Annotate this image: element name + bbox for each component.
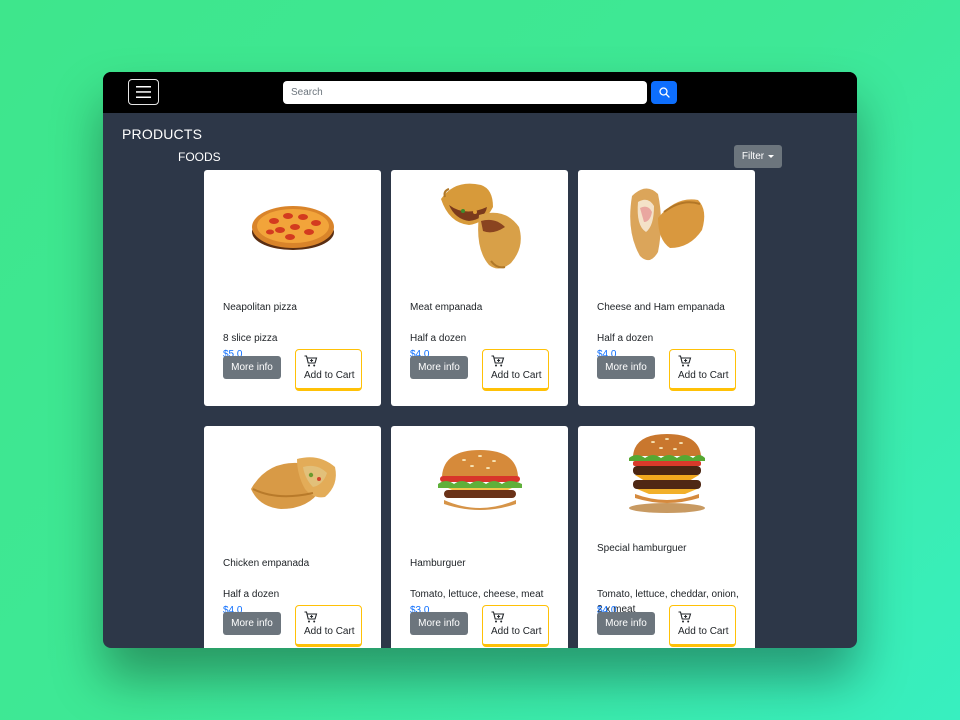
- add-to-cart-label: Add to Cart: [304, 370, 355, 381]
- caret-down-icon: [768, 155, 775, 158]
- product-description: 8 slice pizza: [223, 333, 278, 344]
- cart-plus-icon: [678, 611, 692, 623]
- double-burger-icon: [628, 434, 705, 513]
- product-description: Half a dozen: [410, 333, 467, 344]
- product-image: [391, 170, 568, 280]
- more-info-button[interactable]: More info: [410, 612, 468, 635]
- filter-dropdown-button[interactable]: Filter: [734, 145, 782, 168]
- more-info-button[interactable]: More info: [597, 356, 655, 379]
- add-to-cart-button[interactable]: Add to Cart: [669, 349, 736, 391]
- pizza-icon: [251, 206, 334, 250]
- burger-icon: [437, 450, 522, 510]
- product-name: Cheese and Ham empanada: [597, 302, 725, 313]
- add-to-cart-label: Add to Cart: [304, 626, 355, 637]
- product-card: Meat empanada Half a dozen $4.0 More inf…: [391, 170, 568, 406]
- card-body: Hamburguer Tomato, lettuce, cheese, meat…: [410, 536, 556, 648]
- cart-plus-icon: [678, 355, 692, 367]
- search-input[interactable]: [283, 81, 647, 104]
- product-card: Chicken empanada Half a dozen $4.0 More …: [204, 426, 381, 648]
- card-body: Chicken empanada Half a dozen $4.0 More …: [223, 536, 369, 648]
- cart-plus-icon: [491, 611, 505, 623]
- cart-plus-icon: [491, 355, 505, 367]
- product-grid: Neapolitan pizza 8 slice pizza $5.0 More…: [204, 170, 755, 648]
- card-body: Neapolitan pizza 8 slice pizza $5.0 More…: [223, 280, 369, 406]
- hamburger-icon: [136, 86, 151, 98]
- empanada-icon: [440, 183, 521, 269]
- product-image: [391, 426, 568, 536]
- add-to-cart-button[interactable]: Add to Cart: [295, 349, 362, 391]
- cart-plus-icon: [304, 611, 318, 623]
- product-image: [578, 170, 755, 280]
- card-body: Special hamburguer Tomato, lettuce, ched…: [597, 536, 743, 648]
- more-info-button[interactable]: More info: [223, 356, 281, 379]
- product-name: Chicken empanada: [223, 558, 310, 569]
- more-info-button[interactable]: More info: [223, 612, 281, 635]
- product-name: Meat empanada: [410, 302, 483, 313]
- section-title: FOODS: [178, 150, 221, 164]
- product-image: [578, 426, 755, 522]
- product-card: Hamburguer Tomato, lettuce, cheese, meat…: [391, 426, 568, 648]
- cart-plus-icon: [304, 355, 318, 367]
- add-to-cart-button[interactable]: Add to Cart: [482, 349, 549, 391]
- product-name: Hamburguer: [410, 558, 466, 569]
- product-card: Cheese and Ham empanada Half a dozen $4.…: [578, 170, 755, 406]
- product-image: [204, 426, 381, 536]
- top-navbar: [103, 72, 857, 113]
- product-card: Neapolitan pizza 8 slice pizza $5.0 More…: [204, 170, 381, 406]
- card-body: Meat empanada Half a dozen $4.0 More inf…: [410, 280, 556, 406]
- empanada-icon: [250, 457, 336, 509]
- more-info-button[interactable]: More info: [597, 612, 655, 635]
- add-to-cart-label: Add to Cart: [491, 370, 542, 381]
- search-button[interactable]: [651, 81, 677, 104]
- more-info-button[interactable]: More info: [410, 356, 468, 379]
- product-card: Special hamburguer Tomato, lettuce, ched…: [578, 426, 755, 648]
- add-to-cart-label: Add to Cart: [678, 370, 729, 381]
- add-to-cart-button[interactable]: Add to Cart: [295, 605, 362, 647]
- product-description: Half a dozen: [597, 333, 654, 344]
- filter-label: Filter: [741, 151, 765, 162]
- product-description: Half a dozen: [223, 589, 280, 600]
- app-window: PRODUCTS FOODS Filter: [103, 72, 857, 648]
- hamburger-menu-button[interactable]: [128, 79, 159, 105]
- product-description: Tomato, lettuce, cheese, meat: [410, 589, 544, 600]
- add-to-cart-label: Add to Cart: [678, 626, 729, 637]
- card-body: Cheese and Ham empanada Half a dozen $4.…: [597, 280, 743, 406]
- page-title: PRODUCTS: [122, 126, 203, 142]
- add-to-cart-button[interactable]: Add to Cart: [482, 605, 549, 647]
- empanada-icon: [629, 188, 704, 261]
- search-icon: [658, 87, 670, 98]
- product-name: Special hamburguer: [597, 543, 687, 554]
- product-image: [204, 170, 381, 280]
- add-to-cart-label: Add to Cart: [491, 626, 542, 637]
- add-to-cart-button[interactable]: Add to Cart: [669, 605, 736, 647]
- product-name: Neapolitan pizza: [223, 302, 297, 313]
